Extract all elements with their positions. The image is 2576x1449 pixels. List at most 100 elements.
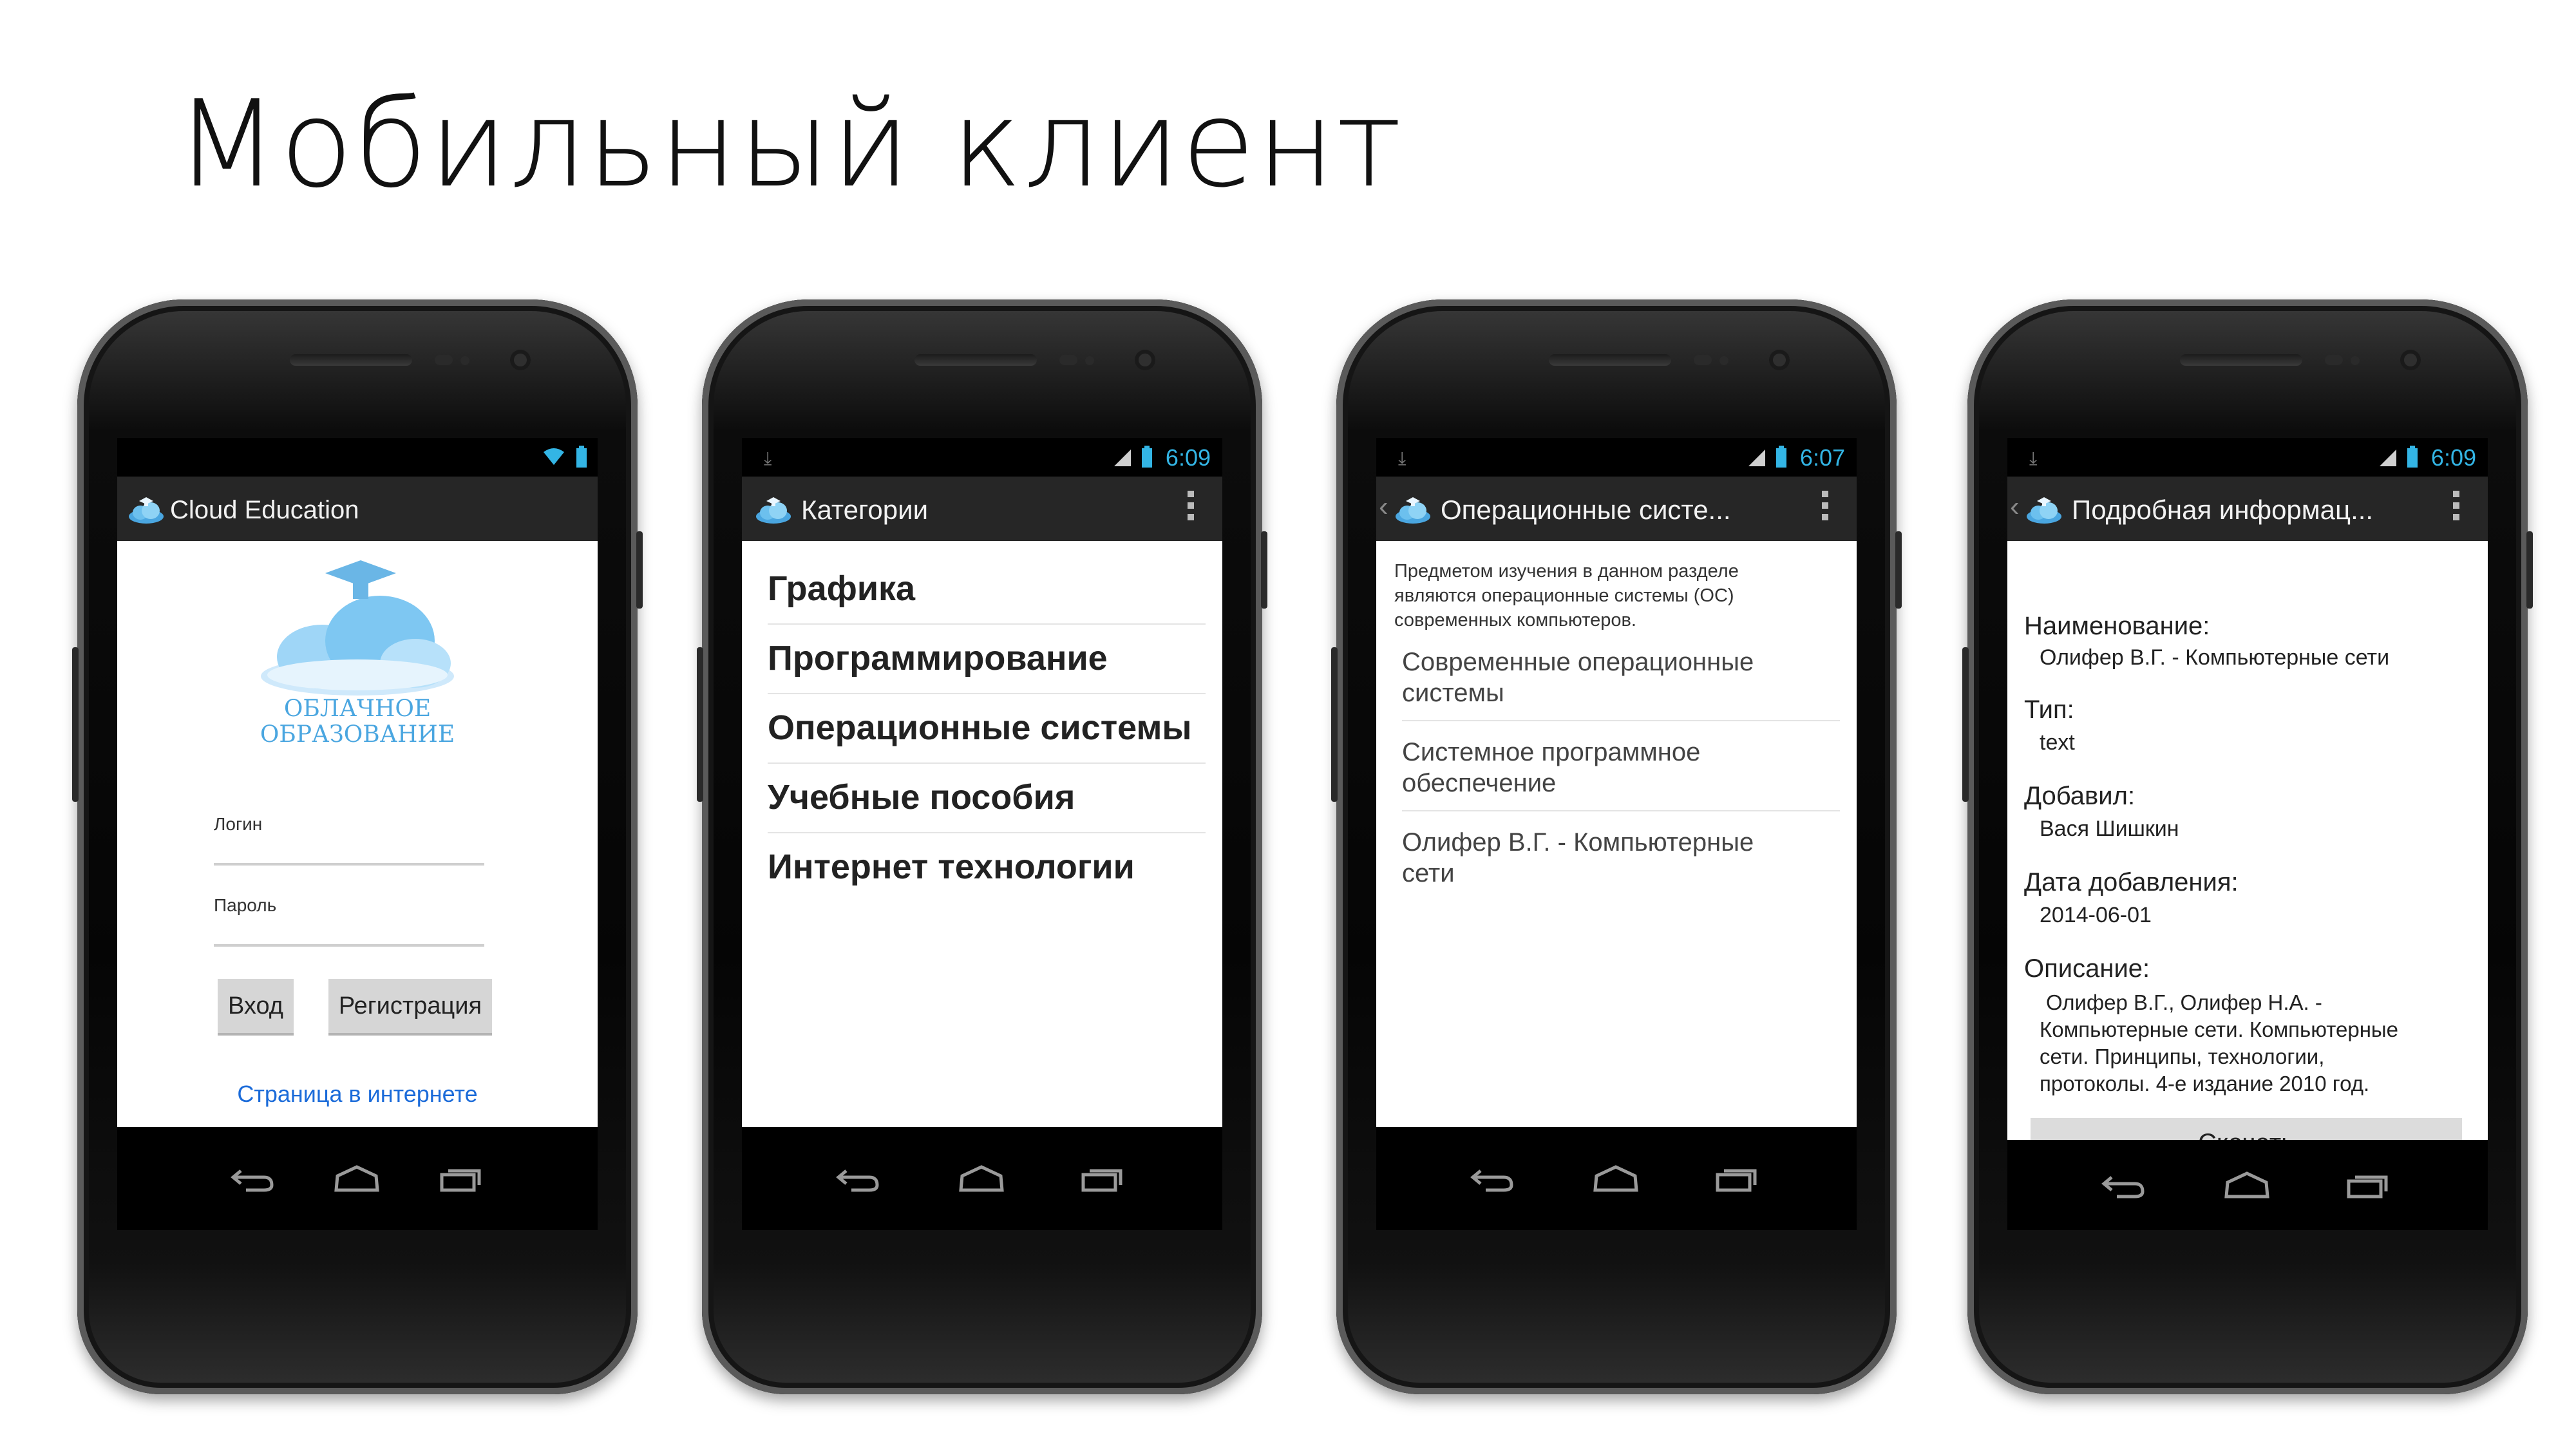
back-icon[interactable] [227, 1159, 278, 1198]
power-button [1895, 531, 1902, 609]
description-line: Олифер В.Г., Олифер Н.А. - [2046, 990, 2322, 1014]
login-button[interactable]: Вход [218, 979, 294, 1036]
added-by-value: Вася Шишкин [2040, 817, 2179, 841]
list-item-line: Олифер В.Г. - Компьютерные [1402, 828, 1754, 857]
screen-title: Подробная информац... [2072, 495, 2374, 525]
signal-icon [1114, 450, 1131, 466]
proximity-sensor [1059, 355, 1077, 365]
status-time: 6:07 [1799, 444, 1845, 471]
app-logo-icon[interactable] [1394, 495, 1432, 524]
up-caret-icon[interactable]: ‹ [2010, 491, 2020, 523]
front-camera [2400, 350, 2421, 370]
category-item[interactable]: Графика [768, 554, 1206, 625]
register-button[interactable]: Регистрация [328, 979, 492, 1036]
volume-button [1331, 647, 1338, 802]
wifi-icon [544, 448, 564, 465]
back-icon[interactable] [2098, 1166, 2149, 1204]
overflow-menu-icon[interactable] [1188, 491, 1194, 526]
signal-icon [1748, 450, 1765, 466]
light-sensor [1085, 356, 1094, 365]
categories-screen: ⤓ 6:09 Категории Графика Программировани… [742, 438, 1222, 1230]
list-item[interactable]: Олифер В.Г. - Компьютерные сети [1402, 818, 1840, 900]
back-icon[interactable] [832, 1159, 884, 1198]
light-sensor [460, 356, 469, 365]
volume-button [72, 647, 79, 802]
front-camera [1135, 350, 1155, 370]
login-screen: Cloud Education ОБЛАЧНОЕ ОБРАЗОВАНИЕ Лог… [117, 438, 598, 1230]
description-label: Описание: [2024, 954, 2150, 983]
navigation-bar [742, 1127, 1222, 1230]
password-input[interactable] [214, 944, 484, 947]
category-item[interactable]: Интернет технологии [768, 832, 1206, 902]
status-bar: ⤓ 6:07 [1376, 438, 1857, 477]
home-icon[interactable] [1590, 1159, 1642, 1198]
intro-line: современных компьютеров. [1394, 610, 1636, 630]
download-notification-icon: ⤓ [2029, 448, 2038, 468]
logo-text-line2: ОБРАЗОВАНИЕ [260, 721, 455, 748]
screen-title: Операционные систе... [1441, 495, 1731, 525]
description-line: Компьютерные сети. Компьютерные [2040, 1018, 2399, 1041]
home-icon[interactable] [2221, 1166, 2273, 1204]
type-value: text [2040, 730, 2075, 755]
list-item[interactable]: Системное программное обеспечение [1402, 728, 1840, 811]
list-item-line: Современные операционные [1402, 648, 1754, 676]
categories-list: Графика Программирование Операционные си… [742, 541, 1222, 1127]
proximity-sensor [2325, 355, 2343, 365]
login-input[interactable] [214, 863, 484, 866]
screen-title: Категории [801, 495, 929, 525]
overflow-menu-icon[interactable] [2453, 491, 2459, 526]
download-notification-icon: ⤓ [764, 448, 772, 468]
action-bar: Категории [742, 477, 1222, 541]
website-link[interactable]: Страница в интернете [117, 1081, 598, 1108]
volume-button [1962, 647, 1969, 802]
description-text: Олифер В.Г., Олифер Н.А. - Компьютерные … [2040, 989, 2465, 1097]
intro-line: являются операционные системы (ОС) [1394, 585, 1734, 606]
phone-details: ⤓ 6:09 ‹ Подробная информац... Наименова… [1962, 299, 2533, 1394]
phone-login: Cloud Education ОБЛАЧНОЕ ОБРАЗОВАНИЕ Лог… [72, 299, 643, 1394]
app-logo-icon[interactable] [2025, 495, 2063, 524]
type-label: Тип: [2024, 696, 2074, 724]
details-screen: ⤓ 6:09 ‹ Подробная информац... Наименова… [2007, 438, 2488, 1230]
status-bar [117, 438, 598, 477]
cloud-education-logo [261, 560, 454, 696]
name-value: Олифер В.Г. - Компьютерные сети [2040, 645, 2390, 670]
volume-button [697, 647, 703, 802]
logo-text-line1: ОБЛАЧНОЕ [283, 696, 431, 722]
overflow-menu-icon[interactable] [1822, 491, 1828, 526]
date-added-value: 2014-06-01 [2040, 903, 2152, 927]
status-time: 6:09 [2430, 444, 2476, 471]
app-logo-icon [128, 495, 165, 524]
phone-section: ⤓ 6:07 ‹ Операционные систе... Предметом… [1331, 299, 1902, 1394]
list-item[interactable]: Современные операционные системы [1402, 638, 1840, 721]
action-bar: ‹ Подробная информац... [2007, 477, 2488, 541]
details-content: Наименование: Олифер В.Г. - Компьютерные… [2007, 541, 2488, 1171]
description-line: протоколы. 4-е издание 2010 год. [2040, 1072, 2370, 1095]
action-bar: ‹ Операционные систе... [1376, 477, 1857, 541]
section-content: Предметом изучения в данном разделе явля… [1376, 541, 1857, 1127]
home-icon[interactable] [331, 1159, 383, 1198]
recent-apps-icon[interactable] [1711, 1159, 1763, 1198]
battery-icon [2407, 446, 2418, 468]
category-item[interactable]: Программирование [768, 623, 1206, 694]
battery-icon [1776, 446, 1786, 468]
home-icon[interactable] [956, 1159, 1007, 1198]
list-item-line: сети [1402, 859, 1455, 887]
list-item-line: Системное программное [1402, 738, 1701, 766]
category-item[interactable]: Операционные системы [768, 693, 1206, 764]
recent-apps-icon[interactable] [435, 1159, 487, 1198]
proximity-sensor [1694, 355, 1712, 365]
phone-categories: ⤓ 6:09 Категории Графика Программировани… [697, 299, 1267, 1394]
recent-apps-icon[interactable] [2342, 1166, 2394, 1204]
navigation-bar [2007, 1140, 2488, 1230]
app-logo-icon [755, 495, 792, 524]
status-bar: ⤓ 6:09 [742, 438, 1222, 477]
recent-apps-icon[interactable] [1077, 1159, 1128, 1198]
date-added-label: Дата добавления: [2024, 868, 2239, 896]
up-caret-icon[interactable]: ‹ [1379, 491, 1388, 523]
earpiece-speaker [290, 354, 412, 366]
category-item[interactable]: Учебные пособия [768, 762, 1206, 833]
front-camera [510, 350, 531, 370]
download-notification-icon: ⤓ [1398, 448, 1406, 468]
back-icon[interactable] [1466, 1159, 1518, 1198]
light-sensor [1719, 356, 1728, 365]
